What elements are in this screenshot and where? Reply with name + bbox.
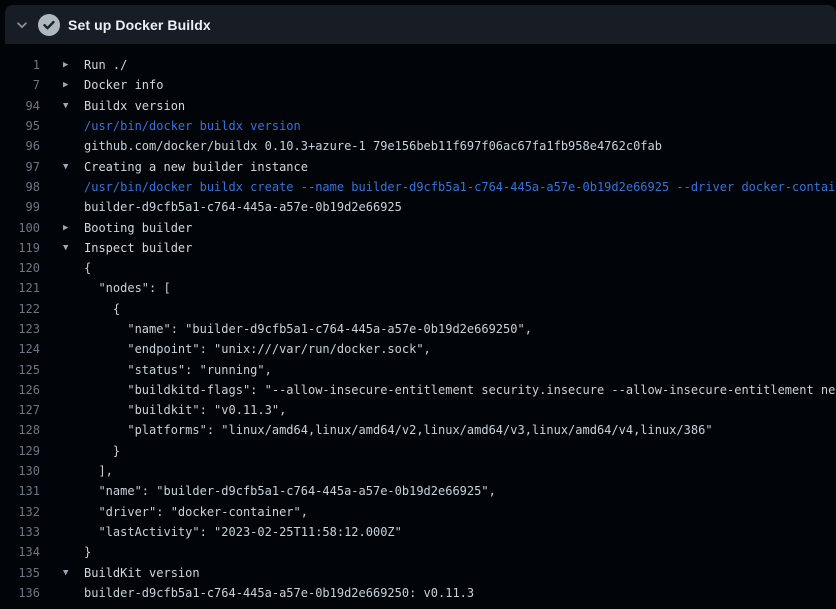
line-number[interactable]: 119 [5, 241, 40, 255]
log-viewer: 1▶Run ./7▶Docker info94▼Buildx version95… [5, 44, 836, 603]
line-number[interactable]: 99 [5, 200, 40, 214]
log-text: { [84, 261, 91, 275]
log-line: 132 "driver": "docker-container", [5, 502, 836, 522]
group-title: Docker info [84, 78, 163, 92]
log-text: } [84, 545, 91, 559]
line-number[interactable]: 100 [5, 221, 40, 235]
line-number[interactable]: 136 [5, 586, 40, 600]
log-line: 129 } [5, 441, 836, 461]
log-group-row[interactable]: 135▼BuildKit version [5, 562, 836, 582]
log-line: 130 ], [5, 461, 836, 481]
line-number[interactable]: 126 [5, 383, 40, 397]
line-number[interactable]: 130 [5, 464, 40, 478]
line-number[interactable]: 129 [5, 444, 40, 458]
line-number[interactable]: 96 [5, 139, 40, 153]
line-number[interactable]: 135 [5, 566, 40, 580]
log-text: "endpoint": "unix:///var/run/docker.sock… [84, 342, 431, 356]
log-text: "status": "running", [84, 363, 272, 377]
log-line: 124 "endpoint": "unix:///var/run/docker.… [5, 339, 836, 359]
log-text: "buildkitd-flags": "--allow-insecure-ent… [84, 383, 836, 397]
log-group-row[interactable]: 100▶Booting builder [5, 217, 836, 237]
step-title: Set up Docker Buildx [68, 17, 211, 33]
log-line: 131 "name": "builder-d9cfb5a1-c764-445a-… [5, 481, 836, 501]
group-title: BuildKit version [84, 566, 200, 580]
group-title: Creating a new builder instance [84, 160, 308, 174]
log-text: builder-d9cfb5a1-c764-445a-a57e-0b19d2e6… [84, 200, 402, 214]
log-text: /usr/bin/docker buildx version [84, 119, 301, 133]
log-group-row[interactable]: 119▼Inspect builder [5, 238, 836, 258]
log-text: "driver": "docker-container", [84, 505, 308, 519]
log-line: 122 { [5, 299, 836, 319]
line-number[interactable]: 94 [5, 99, 40, 113]
line-number[interactable]: 7 [5, 78, 40, 92]
line-number[interactable]: 124 [5, 342, 40, 356]
line-number[interactable]: 131 [5, 484, 40, 498]
log-line: 128 "platforms": "linux/amd64,linux/amd6… [5, 420, 836, 440]
log-group-row[interactable]: 7▶Docker info [5, 75, 836, 95]
log-line: 127 "buildkit": "v0.11.3", [5, 400, 836, 420]
log-group-row[interactable]: 94▼Buildx version [5, 96, 836, 116]
step-header[interactable]: Set up Docker Buildx [5, 5, 836, 44]
log-line: 125 "status": "running", [5, 359, 836, 379]
line-number[interactable]: 97 [5, 160, 40, 174]
line-number[interactable]: 120 [5, 261, 40, 275]
group-expanded-icon[interactable]: ▼ [40, 157, 84, 177]
line-number[interactable]: 98 [5, 180, 40, 194]
line-number[interactable]: 122 [5, 302, 40, 316]
chevron-down-icon[interactable] [14, 17, 30, 33]
check-circle-icon [38, 14, 60, 36]
line-number[interactable]: 121 [5, 281, 40, 295]
log-group-row[interactable]: 1▶Run ./ [5, 55, 836, 75]
line-number[interactable]: 132 [5, 505, 40, 519]
log-line: 126 "buildkitd-flags": "--allow-insecure… [5, 380, 836, 400]
log-text: { [84, 302, 120, 316]
line-number[interactable]: 95 [5, 119, 40, 133]
line-number[interactable]: 134 [5, 545, 40, 559]
log-line: 95/usr/bin/docker buildx version [5, 116, 836, 136]
log-line: 99 builder-d9cfb5a1-c764-445a-a57e-0b19d2… [5, 197, 836, 217]
log-line: 121 "nodes": [ [5, 278, 836, 298]
log-line: 133 "lastActivity": "2023-02-25T11:58:12… [5, 522, 836, 542]
group-collapsed-icon[interactable]: ▶ [40, 55, 84, 75]
log-text: github.com/docker/buildx 0.10.3+azure-1 … [84, 139, 662, 153]
log-text: "name": "builder-d9cfb5a1-c764-445a-a57e… [84, 322, 532, 336]
log-line: 98/usr/bin/docker buildx create --name b… [5, 177, 836, 197]
line-number[interactable]: 123 [5, 322, 40, 336]
log-line: 123 "name": "builder-d9cfb5a1-c764-445a-… [5, 319, 836, 339]
group-expanded-icon[interactable]: ▼ [40, 238, 84, 258]
group-title: Inspect builder [84, 241, 192, 255]
log-text: } [84, 444, 120, 458]
log-text: "name": "builder-d9cfb5a1-c764-445a-a57e… [84, 484, 496, 498]
log-text: /usr/bin/docker buildx create --name bui… [84, 180, 836, 194]
log-text: ], [84, 464, 113, 478]
log-line: 120 { [5, 258, 836, 278]
group-title: Run ./ [84, 58, 127, 72]
group-collapsed-icon[interactable]: ▶ [40, 218, 84, 238]
log-text: "platforms": "linux/amd64,linux/amd64/v2… [84, 423, 713, 437]
line-number[interactable]: 1 [5, 58, 40, 72]
line-number[interactable]: 133 [5, 525, 40, 539]
log-line: 136 builder-d9cfb5a1-c764-445a-a57e-0b19d… [5, 583, 836, 603]
group-title: Booting builder [84, 221, 192, 235]
step-log-panel: Set up Docker Buildx 1▶Run ./7▶Docker in… [5, 5, 836, 603]
log-group-row[interactable]: 97▼Creating a new builder instance [5, 156, 836, 176]
log-line: 96 github.com/docker/buildx 0.10.3+azure-… [5, 136, 836, 156]
line-number[interactable]: 127 [5, 403, 40, 417]
group-collapsed-icon[interactable]: ▶ [40, 75, 84, 95]
group-expanded-icon[interactable]: ▼ [40, 96, 84, 116]
group-expanded-icon[interactable]: ▼ [40, 563, 84, 583]
log-text: "buildkit": "v0.11.3", [84, 403, 286, 417]
log-line: 134} [5, 542, 836, 562]
line-number[interactable]: 128 [5, 423, 40, 437]
log-text: "lastActivity": "2023-02-25T11:58:12.000… [84, 525, 402, 539]
group-title: Buildx version [84, 99, 185, 113]
log-text: builder-d9cfb5a1-c764-445a-a57e-0b19d2e6… [84, 586, 474, 600]
log-text: "nodes": [ [84, 281, 171, 295]
line-number[interactable]: 125 [5, 363, 40, 377]
